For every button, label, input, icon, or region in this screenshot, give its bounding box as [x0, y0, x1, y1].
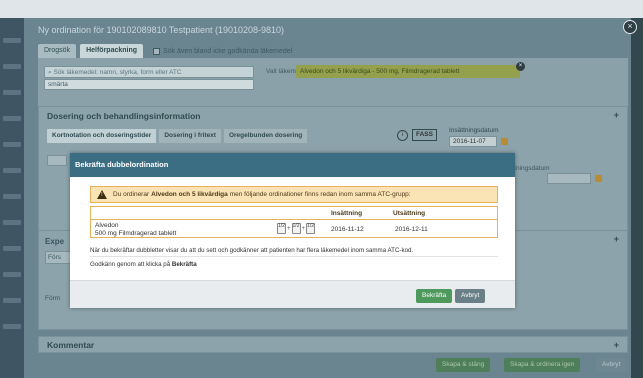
- drug-name: Alvedon: [95, 222, 119, 229]
- dialog-title: Bekräfta dubbelordination: [70, 153, 515, 177]
- tab-short-notation[interactable]: Kortnotation och doseringstider: [47, 129, 157, 143]
- form-label: Förm: [45, 295, 61, 302]
- dose-field[interactable]: [47, 155, 67, 166]
- search-panel: ⌕ Sök läkemedel: namn, styrka, form elle…: [38, 58, 628, 113]
- left-sidebar: [0, 18, 24, 378]
- table-divider: [91, 219, 497, 220]
- dosage-header: Dosering och behandlingsinformation: [47, 111, 201, 121]
- warning-suffix: men följande ordinationer finns redan in…: [229, 191, 411, 198]
- warning-icon: !: [97, 190, 107, 199]
- table-row: Alvedon 500 mg Filmdragerad tablett: [95, 222, 176, 238]
- fass-label: FASS: [412, 129, 437, 141]
- row-start-date: 2016-11-12: [331, 226, 364, 233]
- warning-drug: Alvedon och 5 likvärdiga: [151, 191, 228, 198]
- dialog-footer: Bekräfta Avbryt: [70, 280, 515, 308]
- background-toolbar: [0, 0, 643, 18]
- save-new-button[interactable]: Skapa & ordinera igen: [504, 358, 581, 372]
- remove-selection-icon[interactable]: ×: [516, 62, 525, 71]
- save-close-button[interactable]: Skapa & stäng: [436, 358, 491, 372]
- dosage-tabs: Kortnotation och doseringstider Dosering…: [47, 129, 308, 143]
- duplicate-confirm-dialog: Bekräfta dubbelordination ! Du ordinerar…: [70, 153, 515, 308]
- dialog-cancel-button[interactable]: Avbryt: [455, 289, 486, 303]
- dose-noon: 1/2: [291, 223, 301, 234]
- include-unapproved-checkbox[interactable]: Sök även bland icke godkända läkemedel: [153, 47, 293, 55]
- checkbox-label: Sök även bland icke godkända läkemedel: [163, 47, 293, 55]
- confirm-word: Bekräfta: [171, 261, 197, 268]
- comment-header: Kommentar: [47, 340, 95, 350]
- drug-form: 500 mg Filmdragerad tablett: [95, 230, 177, 237]
- tab-drogsok[interactable]: Drogsök: [38, 44, 77, 58]
- checkbox-icon: [153, 47, 161, 55]
- tab-free-text[interactable]: Dosering i fritext: [159, 129, 221, 143]
- expand-icon[interactable]: +: [614, 234, 619, 244]
- col-end: Utsättning: [393, 210, 426, 217]
- indication-field[interactable]: smärta: [44, 79, 254, 90]
- cancel-button[interactable]: Avbryt: [596, 358, 627, 372]
- expedition-label: Expe: [45, 237, 65, 246]
- search-placeholder: Sök läkemedel: namn, styrka, form eller …: [53, 69, 182, 76]
- duplicate-table: Insättning Utsättning Alvedon 500 mg Fil…: [90, 206, 498, 238]
- tab-helforpackning[interactable]: Helförpackning: [80, 44, 144, 58]
- col-start: Insättning: [331, 210, 363, 217]
- search-tabs: Drogsök Helförpackning Sök även bland ic…: [38, 44, 292, 58]
- calendar-icon-end[interactable]: [595, 175, 602, 182]
- selected-drug-chip: Alvedon och 5 likvärdiga - 500 mg, Filmd…: [296, 65, 520, 78]
- info-icon: i: [397, 129, 408, 141]
- dialog-divider: [90, 256, 498, 257]
- dialog-note: När du bekräftar dubbletter visar du att…: [90, 247, 414, 254]
- expand-comment-icon[interactable]: +: [614, 340, 619, 350]
- drug-search-input[interactable]: ⌕ Sök läkemedel: namn, styrka, form elle…: [44, 66, 254, 78]
- start-date-label: Insättningsdatum: [449, 127, 499, 134]
- row-end-date: 2016-12-11: [395, 226, 428, 233]
- tab-irregular[interactable]: Oregelbunden dosering: [223, 129, 308, 143]
- collapse-icon[interactable]: +: [614, 110, 619, 120]
- close-icon[interactable]: ×: [623, 20, 637, 34]
- warning-prefix: Du ordinerar: [113, 191, 150, 198]
- end-date-input[interactable]: [547, 173, 591, 184]
- calendar-icon[interactable]: [501, 138, 508, 145]
- modal-title: Ny ordination för 190102089810 Testpatie…: [38, 25, 285, 35]
- right-edge: [631, 18, 643, 378]
- confirm-instruction: Godkänn genom att klicka på Bekräfta: [90, 261, 197, 268]
- warning-banner: ! Du ordinerar Alvedon och 5 likvärdiga …: [90, 186, 498, 203]
- start-date-input[interactable]: 2016-11-07: [449, 136, 497, 147]
- fass-link[interactable]: i FASS: [397, 129, 437, 141]
- confirm-prefix: Godkänn genom att klicka på: [90, 261, 171, 268]
- dose-morning: 1/2: [277, 223, 286, 234]
- dose-schedule: 1/2 + 1/2 + 1/2: [277, 223, 316, 234]
- comment-section: Kommentar +: [38, 336, 628, 353]
- dose-evening: 1/2: [306, 223, 316, 234]
- confirm-button[interactable]: Bekräfta: [416, 289, 453, 303]
